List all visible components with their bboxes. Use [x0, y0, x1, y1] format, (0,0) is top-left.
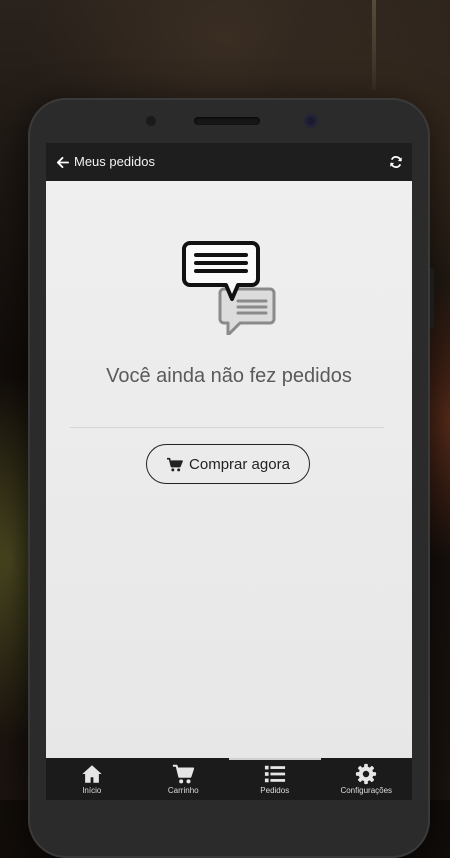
app-screen: Meus pedidos Você ainda não fez pedidos …: [46, 143, 412, 800]
tab-settings[interactable]: Configurações: [321, 758, 413, 800]
chat-bubbles-icon: [182, 241, 276, 335]
phone-speaker: [194, 117, 260, 125]
shop-now-label: Comprar agora: [189, 455, 290, 473]
shop-now-button[interactable]: Comprar agora: [146, 444, 310, 484]
tab-home-label: Início: [82, 786, 102, 795]
tab-settings-label: Configurações: [340, 786, 393, 795]
divider: [70, 427, 384, 428]
arrow-left-icon: [56, 156, 69, 168]
refresh-icon: [390, 156, 402, 168]
bottom-tab-bar: Início Carrinho Pedidos Configurações: [46, 758, 412, 800]
page-title: Meus pedidos: [74, 154, 155, 169]
app-bar: Meus pedidos: [46, 143, 412, 181]
tab-orders[interactable]: Pedidos: [229, 758, 321, 800]
orders-content: Você ainda não fez pedidos Comprar agora: [46, 181, 412, 758]
tab-cart-label: Carrinho: [167, 786, 199, 795]
phone-side-button: [430, 268, 434, 328]
home-icon: [82, 765, 102, 783]
background-detail: [372, 0, 376, 90]
tab-cart[interactable]: Carrinho: [138, 758, 230, 800]
cart-icon: [167, 457, 183, 471]
tab-home[interactable]: Início: [46, 758, 138, 800]
back-button[interactable]: [52, 152, 72, 172]
phone-sensor: [146, 116, 156, 126]
cart-icon: [173, 764, 195, 784]
list-icon: [264, 765, 285, 783]
tab-orders-label: Pedidos: [260, 786, 290, 795]
refresh-button[interactable]: [386, 152, 406, 172]
empty-orders-message: Você ainda não fez pedidos: [106, 365, 352, 387]
phone-camera: [304, 114, 318, 128]
gear-icon: [356, 763, 377, 785]
